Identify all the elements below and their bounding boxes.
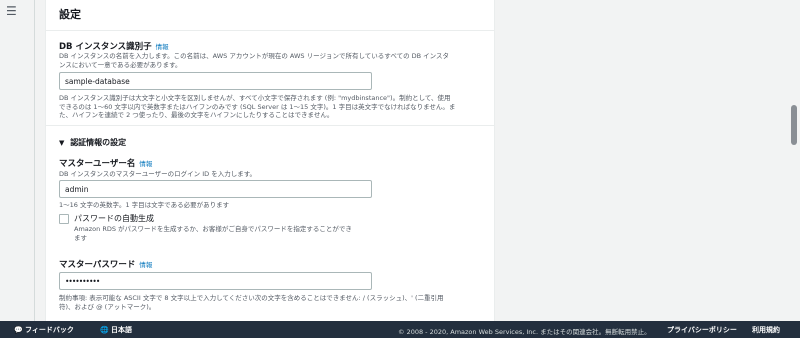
scrollbar-thumb[interactable]: [791, 105, 797, 145]
auto-generate-password-description: Amazon RDS がパスワードを生成するか、お客様がご自身でパスワードを指定…: [74, 225, 352, 242]
feedback-link[interactable]: 💬 フィードバック: [14, 325, 74, 335]
menu-icon[interactable]: ☰: [6, 4, 17, 18]
section-divider: [46, 125, 494, 126]
left-nav-rail: ☰: [0, 0, 35, 321]
scrollbar-track[interactable]: [788, 0, 800, 321]
db-identifier-info-link[interactable]: 情報: [156, 43, 169, 51]
master-username-info-link[interactable]: 情報: [139, 160, 152, 168]
chat-bubble-icon: 💬: [14, 326, 23, 334]
credentials-heading: 認証情報の設定: [70, 138, 127, 147]
master-password-label: マスターパスワード 情報: [59, 258, 152, 270]
section-title: 設定: [59, 8, 81, 21]
db-identifier-label-text: DB インスタンス識別子: [59, 42, 152, 52]
master-password-info-link[interactable]: 情報: [139, 261, 152, 269]
terms-link[interactable]: 利用規約: [752, 325, 780, 335]
auto-generate-password-label[interactable]: パスワードの自動生成: [74, 213, 154, 224]
globe-icon: 🌐: [100, 326, 109, 334]
db-identifier-constraint-line: た、ハイフンを連続で 2 つ使ったり、最後の文字をハイフンにしたりすることはでき…: [59, 111, 334, 119]
master-username-label-text: マスターユーザー名: [59, 159, 136, 169]
db-identifier-description-line: ンスにおいて一意である必要があります。: [59, 60, 182, 69]
master-username-input[interactable]: admin: [59, 180, 372, 198]
footer-bar: 💬 フィードバック 🌐 日本語 © 2008 - 2020, Amazon We…: [0, 321, 800, 338]
master-password-constraint: 制約事項: 表示可能な ASCII 文字で 8 文字以上で入力してください次の文…: [59, 294, 444, 311]
master-password-constraint-line: 符)、および @ (アットマーク)。: [59, 302, 156, 311]
db-identifier-description-line: DB インスタンスの名前を入力します。この名前は、AWS アカウントが現在の A…: [59, 52, 450, 60]
master-password-label-text: マスターパスワード: [59, 260, 136, 270]
db-identifier-description: DB インスタンスの名前を入力します。この名前は、AWS アカウントが現在の A…: [59, 52, 449, 69]
master-username-description: DB インスタンスのマスターユーザーのログイン ID を入力します。: [59, 170, 257, 178]
panel-header: 設定: [46, 0, 494, 31]
master-username-constraint: 1〜16 文字の英数字。1 字目は文字である必要があります: [59, 201, 230, 209]
db-identifier-constraint: DB インスタンス識別子は大文字と小文字を区別しませんが、すべて小文字で保存され…: [59, 94, 455, 120]
master-username-label: マスターユーザー名 情報: [59, 157, 152, 169]
settings-panel: 設定 DB インスタンス識別子 情報 DB インスタンスの名前を入力します。この名…: [45, 0, 495, 321]
language-label: 日本語: [110, 326, 132, 334]
privacy-policy-link[interactable]: プライバシーポリシー: [667, 325, 737, 335]
master-password-input[interactable]: ••••••••••: [59, 272, 372, 290]
auto-generate-description-line: Amazon RDS がパスワードを生成するか、お客様がご自身でパスワードを指定…: [74, 225, 352, 233]
db-identifier-constraint-line: できるのは 1〜60 文字以内で英数字またはハイフンのみです (SQL Serv…: [59, 102, 456, 111]
caret-down-icon: ▼: [59, 139, 65, 147]
db-identifier-input[interactable]: sample-database: [59, 72, 372, 90]
db-identifier-constraint-line: DB インスタンス識別子は大文字と小文字を区別しませんが、すべて小文字で保存され…: [59, 94, 451, 102]
master-password-constraint-line: 制約事項: 表示可能な ASCII 文字で 8 文字以上で入力してください次の文…: [59, 294, 444, 302]
credentials-expander[interactable]: ▼ 認証情報の設定: [59, 137, 126, 148]
language-selector[interactable]: 🌐 日本語: [100, 325, 132, 335]
auto-generate-password-checkbox[interactable]: [59, 214, 69, 224]
db-identifier-label: DB インスタンス識別子 情報: [59, 40, 169, 52]
copyright-text: © 2008 - 2020, Amazon Web Services, Inc.…: [398, 328, 651, 336]
auto-generate-description-line: ます: [74, 233, 87, 242]
feedback-label: フィードバック: [24, 326, 74, 334]
